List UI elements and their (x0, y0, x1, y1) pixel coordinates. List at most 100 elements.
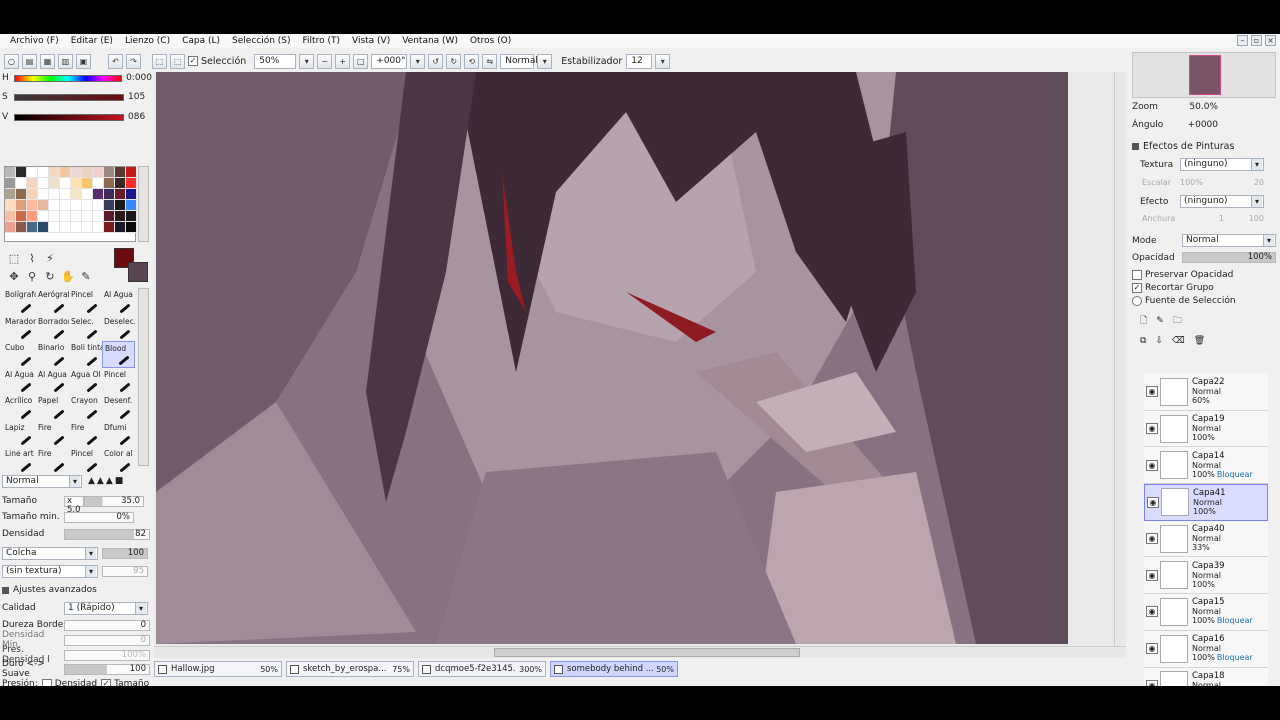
color-swatch[interactable] (82, 200, 93, 211)
color-swatch[interactable] (5, 178, 16, 189)
brush-18[interactable]: Crayon (69, 394, 102, 421)
color-swatch[interactable] (71, 178, 82, 189)
color-swatch[interactable] (5, 167, 16, 178)
stabilizer-dropdown-icon[interactable]: ▾ (655, 53, 671, 69)
brush-2[interactable]: Pincel (69, 288, 102, 315)
menu-archivo[interactable]: Archivo (F) (10, 36, 59, 46)
color-swatch[interactable] (5, 211, 16, 222)
eye-icon[interactable]: ◉ (1146, 533, 1158, 545)
tab-3[interactable]: somebody behind ... 50% (550, 661, 678, 677)
color-swatch[interactable] (115, 178, 126, 189)
eye-icon[interactable]: ◉ (1146, 569, 1158, 581)
color-swatch[interactable] (38, 222, 49, 233)
color-swatch[interactable] (93, 178, 104, 189)
rotation-field[interactable]: +000° (371, 53, 408, 69)
zoom-reset-icon[interactable]: □ (353, 53, 369, 69)
brush-8[interactable]: Cubo (3, 341, 36, 368)
color-swatch[interactable] (115, 167, 126, 178)
color-swatch[interactable] (60, 167, 71, 178)
color-swatch[interactable] (82, 189, 93, 200)
brush-17[interactable]: Papel (36, 394, 69, 421)
brush-16[interactable]: Acrílico (3, 394, 36, 421)
zoom-icon[interactable]: ⚲ (24, 268, 40, 284)
brush-22[interactable]: Fire (69, 421, 102, 448)
close-icon[interactable]: × (1265, 35, 1276, 46)
delete-layer-icon[interactable]: 🗑 (1194, 336, 1205, 346)
color-swatch[interactable] (27, 167, 38, 178)
brush-shape-icons[interactable]: ▲▲▲■ (88, 476, 125, 486)
menu-otros[interactable]: Otros (O) (470, 36, 511, 46)
clip-group-checkbox[interactable]: ✓ (1132, 282, 1142, 293)
navigator-viewport[interactable] (1189, 55, 1221, 95)
color-swatch[interactable] (16, 167, 27, 178)
edge-hardness-value[interactable]: 0 (64, 619, 150, 631)
brush-6[interactable]: Selec. (69, 315, 102, 342)
minimize-icon[interactable]: – (1237, 35, 1248, 46)
grid-icon[interactable]: ▥ (58, 53, 73, 69)
value-slider[interactable]: V 086 (2, 111, 152, 123)
brush-14[interactable]: Agua Ol (69, 368, 102, 395)
color-swatch[interactable] (126, 189, 137, 200)
color-swatch[interactable] (71, 200, 82, 211)
color-swatches[interactable] (4, 166, 137, 242)
palette-icon[interactable]: ▦ (40, 53, 55, 69)
saturation-slider[interactable]: S 105 (2, 91, 152, 103)
color-swatch[interactable] (115, 211, 126, 222)
menu-lienzo[interactable]: Lienzo (C) (125, 36, 170, 46)
color-swatch[interactable] (126, 211, 137, 222)
color-swatch[interactable] (16, 200, 27, 211)
color-swatch[interactable] (49, 189, 60, 200)
brush-20[interactable]: Lapiz (3, 421, 36, 448)
color-swatch[interactable] (16, 211, 27, 222)
move-icon[interactable]: ✥ (6, 268, 22, 284)
tab-2[interactable]: dcqmoe5-f2e3145... 300% (418, 661, 546, 677)
hand-icon[interactable]: ✋ (60, 268, 76, 284)
tab-1[interactable]: sketch_by_erospa... 75% (286, 661, 414, 677)
color-swatch[interactable] (93, 222, 104, 233)
eye-icon[interactable]: ◉ (1146, 459, 1158, 471)
density-value[interactable]: 82 (64, 528, 150, 540)
paint-texture-select[interactable]: (ninguno) (1180, 158, 1264, 171)
paint-effects-header[interactable]: Efectos de Pinturas (1132, 141, 1234, 152)
brush-13[interactable]: Al Agua 10 (36, 368, 69, 395)
color-swatch[interactable] (49, 167, 60, 178)
clip-group-row[interactable]: ✓ Recortar Grupo (1132, 281, 1278, 294)
brush-27[interactable]: Color al (102, 447, 135, 474)
color-swatch[interactable] (49, 222, 60, 233)
color-swatch[interactable] (16, 222, 27, 233)
color-swatch[interactable] (104, 222, 115, 233)
color-swatch[interactable] (16, 189, 27, 200)
layer-row[interactable]: ◉ Capa18 Normal (1144, 667, 1268, 686)
color-swatch[interactable] (27, 200, 38, 211)
brush-12[interactable]: Al Agua 9 (3, 368, 36, 395)
layer-mode-select[interactable]: Normal (1182, 234, 1276, 247)
menu-vista[interactable]: Vista (V) (352, 36, 390, 46)
rotate-icon[interactable]: ↻ (42, 268, 58, 284)
advanced-header[interactable]: Ajustes avanzados (2, 583, 150, 597)
sliders-icon[interactable]: ▣ (76, 53, 91, 69)
menu-capa[interactable]: Capa (L) (182, 36, 220, 46)
layer-row[interactable]: ◉ Capa15 Normal 100% Bloquear (1144, 594, 1268, 631)
stabilizer-field[interactable]: 12 (626, 53, 653, 69)
secondary-color-swatch[interactable] (128, 262, 148, 282)
color-swatch[interactable] (38, 167, 49, 178)
swatch-scrollbar[interactable] (138, 166, 149, 242)
effect-select[interactable]: (ninguno) (1180, 195, 1264, 208)
menu-ventana[interactable]: Ventana (W) (402, 36, 458, 46)
brush-23[interactable]: Dfumi (102, 421, 135, 448)
size-multiplier[interactable]: x 5.0 (64, 495, 84, 514)
zoom-dropdown-icon[interactable]: ▾ (299, 53, 315, 69)
size-value[interactable]: 35.0 (84, 495, 144, 507)
blend-mode-field[interactable]: Normal (500, 53, 538, 69)
layer-row[interactable]: ◉ Capa39 Normal 100% (1144, 557, 1268, 595)
color-swatch[interactable] (38, 189, 49, 200)
color-swatch[interactable] (49, 211, 60, 222)
zoom-in-icon[interactable]: + (335, 53, 351, 69)
new-vector-layer-icon[interactable]: ✎ (1156, 316, 1164, 326)
color-swatch[interactable] (126, 178, 137, 189)
new-folder-icon[interactable]: 🗀 (1173, 313, 1182, 329)
brush-1[interactable]: Aerógraf (36, 288, 69, 315)
eye-icon[interactable]: ◉ (1146, 423, 1158, 435)
deselect-icon[interactable]: ⬚ (152, 53, 167, 69)
layer-opacity-value[interactable]: 100% (1182, 252, 1276, 263)
